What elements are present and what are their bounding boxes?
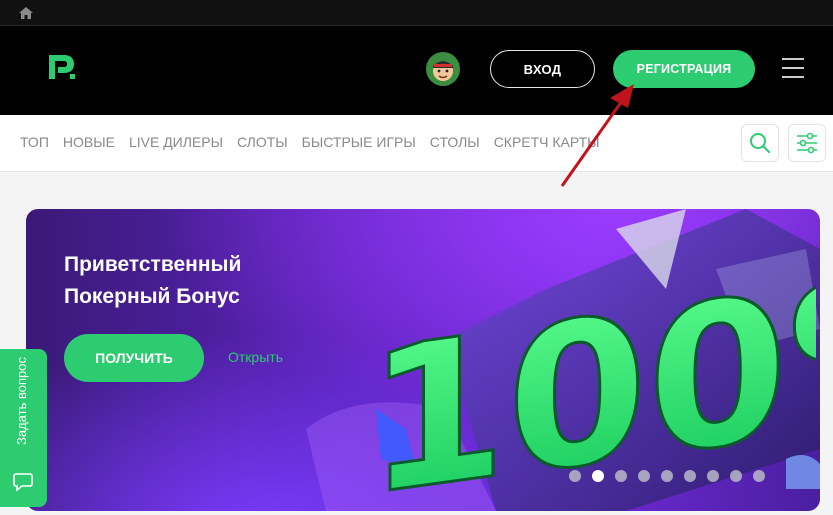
banner-title: Приветственный Покерный Бонус — [64, 249, 324, 313]
slider-dot-1[interactable] — [569, 470, 581, 482]
login-button[interactable]: ВХОД — [490, 50, 595, 88]
nav-item-slots[interactable]: СЛОТЫ — [237, 134, 288, 150]
slider-dots — [569, 470, 765, 482]
chat-bubble-icon — [13, 473, 33, 492]
site-header: ВХОД РЕГИСТРАЦИЯ — [0, 26, 833, 115]
category-nav: ТОП НОВЫЕ LIVE ДИЛЕРЫ СЛОТЫ БЫСТРЫЕ ИГРЫ… — [0, 115, 833, 172]
slider-dot-4[interactable] — [638, 470, 650, 482]
hamburger-menu-icon[interactable] — [782, 58, 804, 80]
big-percent-text: 100% — [386, 249, 816, 499]
brand-logo-icon[interactable] — [46, 53, 78, 81]
slider-dot-2[interactable] — [592, 470, 604, 482]
nav-item-tables[interactable]: СТОЛЫ — [430, 134, 480, 150]
nav-item-fast-games[interactable]: БЫСТРЫЕ ИГРЫ — [302, 134, 416, 150]
nav-item-live-dealers[interactable]: LIVE ДИЛЕРЫ — [129, 134, 223, 150]
banner-title-line-2: Покерный Бонус — [64, 285, 240, 308]
get-bonus-button[interactable]: ПОЛУЧИТЬ — [64, 334, 204, 382]
slider-dot-6[interactable] — [684, 470, 696, 482]
svg-text:100%: 100% — [386, 249, 816, 499]
nav-item-new[interactable]: НОВЫЕ — [63, 134, 115, 150]
search-button[interactable] — [741, 124, 779, 162]
register-button[interactable]: РЕГИСТРАЦИЯ — [613, 50, 755, 88]
slider-dot-9[interactable] — [753, 470, 765, 482]
promo-banner[interactable]: 100% Приветственный Покерный Бонус ПОЛУЧ… — [26, 209, 820, 511]
slider-dot-8[interactable] — [730, 470, 742, 482]
slider-dot-5[interactable] — [661, 470, 673, 482]
filter-sliders-icon — [797, 132, 817, 154]
avatar[interactable] — [426, 52, 460, 86]
ask-question-label: Задать вопрос — [14, 357, 29, 445]
ask-question-tab[interactable]: Задать вопрос — [0, 349, 47, 507]
home-icon[interactable] — [18, 6, 34, 20]
filter-button[interactable] — [788, 124, 826, 162]
nav-item-top[interactable]: ТОП — [20, 134, 49, 150]
top-bar — [0, 0, 833, 26]
nav-item-scratch-cards[interactable]: СКРЕТЧ КАРТЫ — [494, 134, 600, 150]
open-link[interactable]: Открыть — [228, 349, 283, 365]
banner-title-line-1: Приветственный — [64, 253, 242, 276]
search-icon — [750, 133, 770, 153]
slider-dot-7[interactable] — [707, 470, 719, 482]
slider-dot-3[interactable] — [615, 470, 627, 482]
